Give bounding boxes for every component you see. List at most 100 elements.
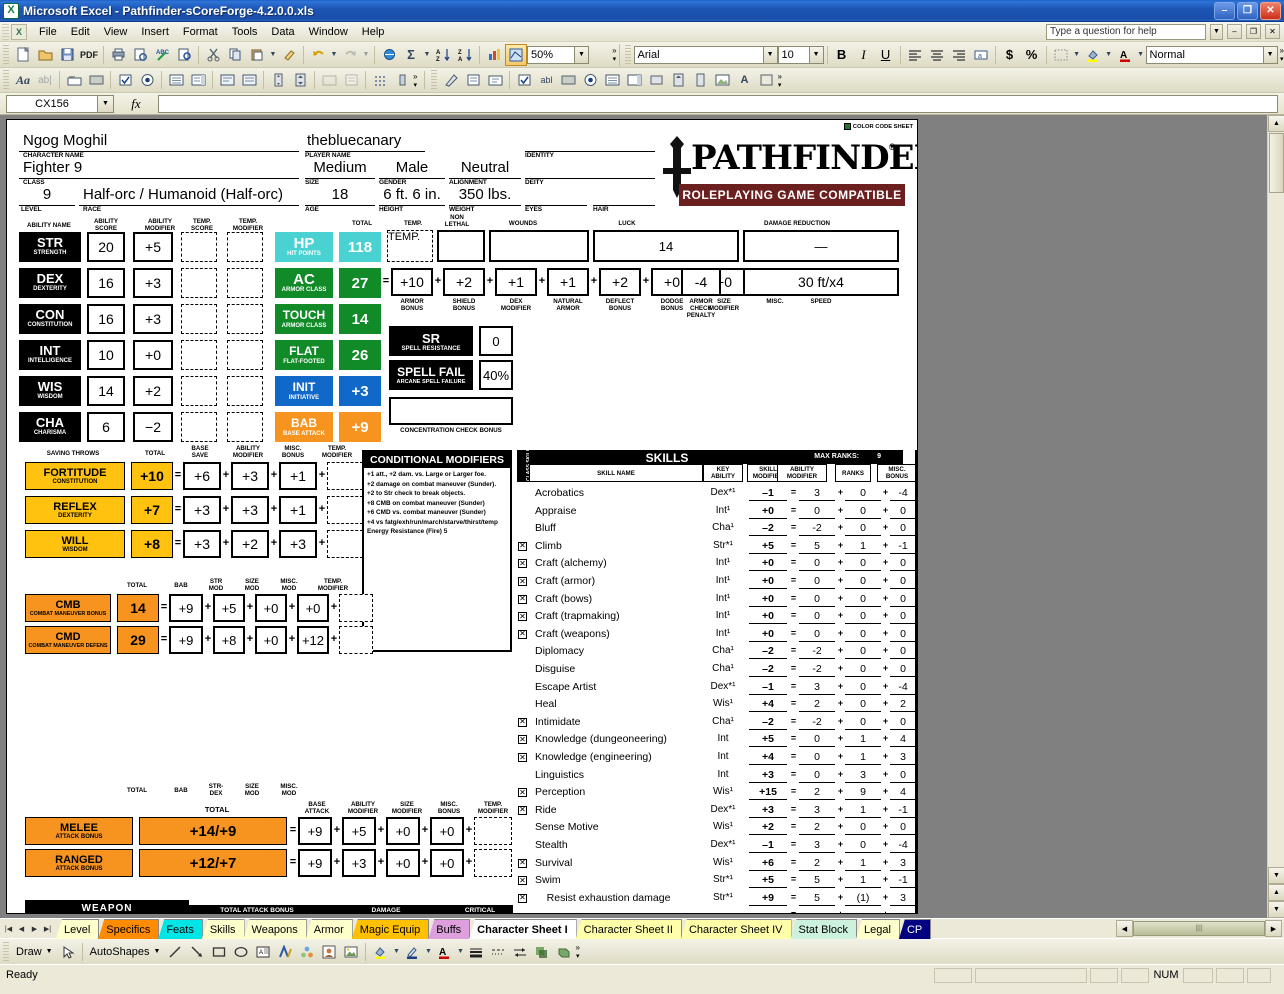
deity-value[interactable] (525, 159, 655, 179)
attack-ability-ranged[interactable]: +3 (342, 849, 376, 877)
level-value[interactable]: 9 (19, 186, 75, 206)
save-base-will[interactable]: +3 (183, 530, 221, 558)
skill-ranks[interactable]: 1 (845, 733, 881, 748)
sheet-tab-cp[interactable]: CP (898, 919, 932, 939)
format-painter-icon[interactable] (278, 44, 300, 66)
save-misc-reflex[interactable]: +1 (279, 496, 317, 524)
3d-style-icon[interactable] (553, 941, 575, 963)
alignment-value[interactable]: Neutral (449, 159, 521, 179)
skill-ability-modifier[interactable]: 0 (799, 575, 835, 589)
attack-size-ranged[interactable]: +0 (386, 849, 420, 877)
skill-ranks[interactable]: 0 (845, 557, 881, 572)
drawing-options-icon[interactable]: ▾ (576, 952, 580, 960)
new-icon[interactable] (12, 44, 34, 66)
menu-item-tools[interactable]: Tools (225, 23, 265, 41)
design-mode-icon[interactable] (440, 69, 462, 91)
hscroll-right-button[interactable]: ▶ (1265, 920, 1282, 937)
sheet-tab-magic-equip[interactable]: Magic Equip (351, 919, 430, 939)
skill-modifier[interactable]: +3 (749, 769, 787, 783)
bold-button[interactable]: B (831, 45, 853, 65)
last-sheet-button[interactable]: ▶| (41, 921, 54, 936)
line-icon[interactable] (164, 941, 186, 963)
menu-item-format[interactable]: Format (176, 23, 225, 41)
skill-ability-modifier[interactable]: 2 (799, 698, 835, 713)
oval-icon[interactable] (230, 941, 252, 963)
class-skill-checkbox[interactable]: ✕ (518, 876, 527, 886)
skill-ranks[interactable]: 0 (845, 663, 881, 677)
sheet-tab-specifics[interactable]: Specifics (98, 919, 160, 939)
skill-ability-modifier[interactable]: -2 (799, 645, 835, 660)
paste-dropdown-icon[interactable]: ▼ (268, 44, 278, 66)
open-icon[interactable] (34, 44, 56, 66)
class-skill-checkbox[interactable]: ✕ (518, 541, 527, 551)
skill-ability-modifier[interactable]: 2 (799, 821, 835, 836)
skill-misc-bonus[interactable]: 0 (890, 505, 916, 519)
skill-ranks[interactable]: 0 (845, 522, 881, 537)
diagram-icon[interactable] (296, 941, 318, 963)
control-togglebutton-icon[interactable] (645, 69, 667, 91)
touch-total[interactable]: 14 (339, 304, 381, 334)
toolbar-options-icon[interactable]: ▾ (613, 55, 617, 63)
skill-ability-modifier[interactable]: 5 (799, 874, 835, 889)
race-value[interactable]: Half-orc / Humanoid (Half-orc) (79, 186, 299, 206)
sheet-tab-buffs[interactable]: Buffs (428, 919, 471, 939)
drawing-overflow-icon[interactable]: » (575, 943, 579, 952)
horizontal-scrollbar[interactable]: ◀ |||| ▶ (1116, 919, 1284, 938)
skill-misc-bonus[interactable]: -4 (890, 487, 916, 501)
dash-style-icon[interactable] (487, 941, 509, 963)
skill-misc-bonus[interactable]: -1 (890, 804, 916, 818)
skill-ranks[interactable]: 0 (845, 628, 881, 642)
skill-modifier[interactable]: +5 (749, 540, 787, 554)
group-box-icon[interactable] (318, 69, 340, 91)
combobox-icon[interactable] (187, 69, 209, 91)
eyes-value[interactable] (525, 186, 587, 206)
control-checkbox-icon[interactable] (513, 69, 535, 91)
align-left-icon[interactable] (904, 45, 926, 65)
attack-temp-ranged[interactable] (474, 849, 512, 877)
skill-modifier[interactable]: +2 (749, 821, 787, 836)
weight-value[interactable]: 350 lbs. (449, 186, 521, 206)
save-total-fortitude[interactable]: +10 (131, 462, 173, 490)
font-color-icon[interactable]: A (433, 941, 455, 963)
draw-menu-arrow-icon[interactable]: ▼ (46, 948, 53, 955)
previous-page-button[interactable]: ▲ (1268, 884, 1284, 901)
skill-ability-modifier[interactable]: 0 (799, 769, 835, 783)
shadow-style-icon[interactable] (531, 941, 553, 963)
merge-center-icon[interactable]: a (970, 45, 992, 65)
research-icon[interactable] (173, 44, 195, 66)
attack-total-melee[interactable]: +14/+9 (139, 817, 287, 845)
skill-ranks[interactable]: 0 (845, 716, 881, 730)
save-base-reflex[interactable]: +3 (183, 496, 221, 524)
drawing-toolbar-toggle-icon[interactable] (505, 43, 527, 66)
maneuver-temp-cmb[interactable] (339, 594, 373, 622)
fill-color-icon[interactable] (369, 941, 391, 963)
sort-descending-icon[interactable]: ZA (454, 44, 476, 66)
control-more-icon[interactable] (755, 69, 777, 91)
class-skill-checkbox[interactable]: ✕ (518, 594, 527, 604)
skill-ranks[interactable]: (1) (845, 892, 881, 906)
skill-modifier[interactable]: +0 (749, 628, 787, 642)
hp-temp-box[interactable]: TEMP. (387, 230, 433, 262)
skill-modifier[interactable]: –1 (749, 487, 787, 501)
temp-modifier-con[interactable] (227, 304, 263, 334)
skill-ranks-blank[interactable] (845, 909, 881, 913)
maneuver-misc-cmb[interactable]: +0 (297, 594, 329, 622)
align-center-icon[interactable] (926, 45, 948, 65)
ask-a-question-input[interactable]: Type a question for help (1046, 23, 1206, 40)
skill-misc-bonus[interactable]: -1 (890, 540, 916, 554)
skill-misc-bonus[interactable]: 0 (890, 645, 916, 660)
autosum-dropdown-icon[interactable]: ▼ (422, 44, 432, 66)
select-objects-icon[interactable] (57, 941, 79, 963)
class-skill-checkbox[interactable]: ✕ (518, 629, 527, 639)
menu-item-file[interactable]: File (32, 23, 64, 41)
skill-misc-bonus[interactable]: 0 (890, 593, 916, 607)
skill-ability-modifier[interactable]: -2 (799, 716, 835, 730)
temp-score-wis[interactable] (181, 376, 217, 406)
bab-total[interactable]: +9 (339, 412, 381, 442)
save-ability-mod-fortitude[interactable]: +3 (231, 462, 269, 490)
flat-total[interactable]: 26 (339, 340, 381, 370)
skill-misc-blank[interactable] (890, 909, 916, 913)
italic-button[interactable]: I (853, 45, 875, 65)
temp-score-str[interactable] (181, 232, 217, 262)
forms-overflow-icon[interactable]: » (413, 72, 417, 81)
